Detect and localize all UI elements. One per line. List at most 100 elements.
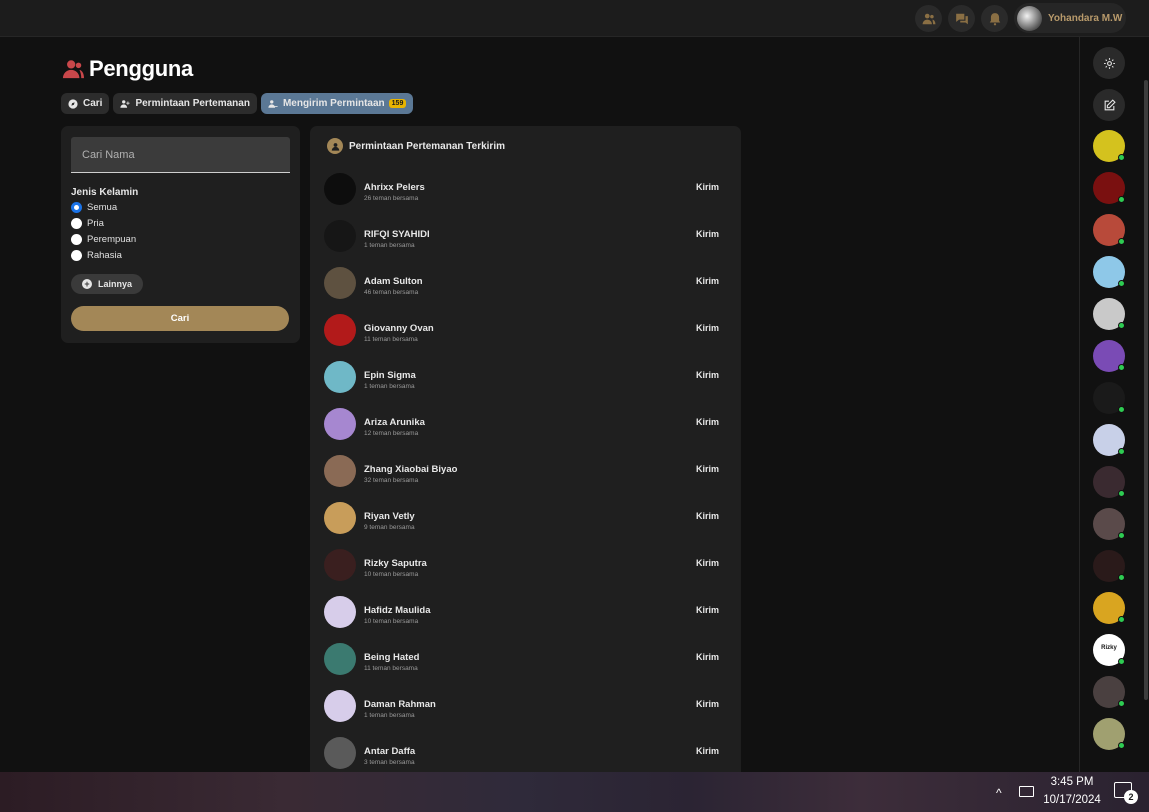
avatar[interactable] — [324, 643, 356, 675]
radio-button[interactable] — [71, 218, 82, 229]
send-button[interactable]: Kirim — [696, 558, 719, 568]
compose-button[interactable] — [1093, 89, 1125, 121]
sent-requests-panel: Permintaan Pertemanan Terkirim Ahrixx Pe… — [310, 126, 741, 786]
radio-button[interactable] — [71, 250, 82, 261]
send-button[interactable]: Kirim — [696, 229, 719, 239]
notifications-icon-button[interactable] — [981, 5, 1008, 32]
avatar[interactable] — [324, 455, 356, 487]
send-button[interactable]: Kirim — [696, 370, 719, 380]
tab-cari[interactable]: Cari — [61, 93, 110, 114]
avatar[interactable] — [324, 267, 356, 299]
send-button[interactable]: Kirim — [696, 276, 719, 286]
online-friend-avatar[interactable] — [1093, 340, 1125, 372]
user-name[interactable]: Being Hated — [364, 652, 419, 663]
user-name[interactable]: Adam Sulton — [364, 276, 423, 287]
mutual-friends: 11 teman bersama — [364, 336, 418, 343]
user-name[interactable]: Ariza Arunika — [364, 417, 425, 428]
online-status-dot — [1118, 280, 1125, 287]
send-button[interactable]: Kirim — [696, 746, 719, 756]
user-name[interactable]: Hafidz Maulida — [364, 605, 431, 616]
send-button[interactable]: Kirim — [696, 182, 719, 192]
radio-button[interactable] — [71, 234, 82, 245]
avatar[interactable] — [324, 502, 356, 534]
online-status-dot — [1118, 490, 1125, 497]
settings-button[interactable] — [1093, 47, 1125, 79]
list-item[interactable]: Hafidz Maulida 10 teman bersama Kirim — [310, 596, 741, 643]
send-button[interactable]: Kirim — [696, 652, 719, 662]
list-item[interactable]: Zhang Xiaobai Biyao 32 teman bersama Kirim — [310, 455, 741, 502]
search-name-input[interactable] — [71, 137, 290, 173]
list-item[interactable]: Adam Sulton 46 teman bersama Kirim — [310, 267, 741, 314]
chevron-up-icon[interactable]: ^ — [996, 786, 1002, 800]
send-button[interactable]: Kirim — [696, 464, 719, 474]
user-name[interactable]: Antar Daffa — [364, 746, 415, 757]
list-item[interactable]: Rizky Saputra 10 teman bersama Kirim — [310, 549, 741, 596]
avatar[interactable] — [324, 549, 356, 581]
avatar[interactable] — [324, 737, 356, 769]
list-item[interactable]: Being Hated 11 teman bersama Kirim — [310, 643, 741, 690]
list-item[interactable]: Ariza Arunika 12 teman bersama Kirim — [310, 408, 741, 455]
online-friend-avatar[interactable] — [1093, 382, 1125, 414]
radio-rahasia[interactable]: Rahasia — [71, 250, 122, 261]
online-friend-avatar[interactable] — [1093, 508, 1125, 540]
avatar[interactable] — [324, 690, 356, 722]
scrollbar[interactable] — [1144, 80, 1148, 700]
tab-mengirim-permintaan[interactable]: Mengirim Permintaan 159 — [260, 93, 414, 114]
online-friend-avatar[interactable] — [1093, 592, 1125, 624]
network-icon[interactable] — [1019, 786, 1034, 797]
more-filters-button[interactable]: + Lainnya — [71, 274, 144, 294]
avatar[interactable] — [324, 173, 356, 205]
avatar[interactable] — [324, 220, 356, 252]
online-friend-avatar[interactable] — [1093, 424, 1125, 456]
user-name[interactable]: Rizky Saputra — [364, 558, 427, 569]
user-send-icon — [268, 99, 278, 108]
send-button[interactable]: Kirim — [696, 511, 719, 521]
radio-semua[interactable]: Semua — [71, 202, 117, 213]
user-name[interactable]: Ahrixx Pelers — [364, 182, 425, 193]
online-friend-avatar[interactable] — [1093, 718, 1125, 750]
send-button[interactable]: Kirim — [696, 605, 719, 615]
search-button[interactable]: Cari — [71, 306, 289, 331]
clock-time[interactable]: 3:45 PM — [1050, 776, 1094, 788]
user-profile-chip[interactable]: Yohandara M.W — [1014, 3, 1126, 33]
online-friend-avatar[interactable] — [1093, 172, 1125, 204]
list-item[interactable]: RIFQI SYAHIDI 1 teman bersama Kirim — [310, 220, 741, 267]
list-item[interactable]: Giovanny Ovan 11 teman bersama Kirim — [310, 314, 741, 361]
list-item[interactable]: Epin Sigma 1 teman bersama Kirim — [310, 361, 741, 408]
avatar[interactable] — [324, 314, 356, 346]
friends-icon-button[interactable] — [915, 5, 942, 32]
list-item[interactable]: Ahrixx Pelers 26 teman bersama Kirim — [310, 173, 741, 220]
online-friend-avatar[interactable] — [1093, 676, 1125, 708]
tab-label: Cari — [83, 98, 103, 109]
online-friend-avatar[interactable] — [1093, 550, 1125, 582]
messages-icon-button[interactable] — [948, 5, 975, 32]
tab-permintaan-pertemanan[interactable]: Permintaan Pertemanan — [113, 93, 257, 114]
user-name[interactable]: Riyan Vetly — [364, 511, 415, 522]
avatar[interactable] — [324, 408, 356, 440]
send-button[interactable]: Kirim — [696, 699, 719, 709]
clock-date[interactable]: 10/17/2024 — [1040, 794, 1104, 806]
radio-button[interactable] — [71, 202, 82, 213]
mutual-friends: 32 teman bersama — [364, 477, 419, 484]
user-name[interactable]: Giovanny Ovan — [364, 323, 434, 334]
online-friend-avatar[interactable] — [1093, 256, 1125, 288]
send-button[interactable]: Kirim — [696, 323, 719, 333]
online-friend-avatar[interactable] — [1093, 466, 1125, 498]
avatar[interactable] — [324, 596, 356, 628]
list-item[interactable]: Riyan Vetly 9 teman bersama Kirim — [310, 502, 741, 549]
user-name[interactable]: Zhang Xiaobai Biyao — [364, 464, 457, 475]
online-friend-avatar[interactable] — [1093, 298, 1125, 330]
user-name[interactable]: Epin Sigma — [364, 370, 416, 381]
online-friend-avatar[interactable] — [1093, 214, 1125, 246]
avatar[interactable] — [324, 361, 356, 393]
radio-pria[interactable]: Pria — [71, 218, 104, 229]
radio-perempuan[interactable]: Perempuan — [71, 234, 136, 245]
online-status-dot — [1118, 532, 1125, 539]
list-item[interactable]: Daman Rahman 1 teman bersama Kirim — [310, 690, 741, 737]
online-friend-avatar[interactable] — [1093, 130, 1125, 162]
user-name[interactable]: RIFQI SYAHIDI — [364, 229, 430, 240]
user-name[interactable]: Daman Rahman — [364, 699, 436, 710]
online-friend-avatar[interactable]: Rizky — [1093, 634, 1125, 666]
send-button[interactable]: Kirim — [696, 417, 719, 427]
bell-icon — [989, 12, 1000, 25]
